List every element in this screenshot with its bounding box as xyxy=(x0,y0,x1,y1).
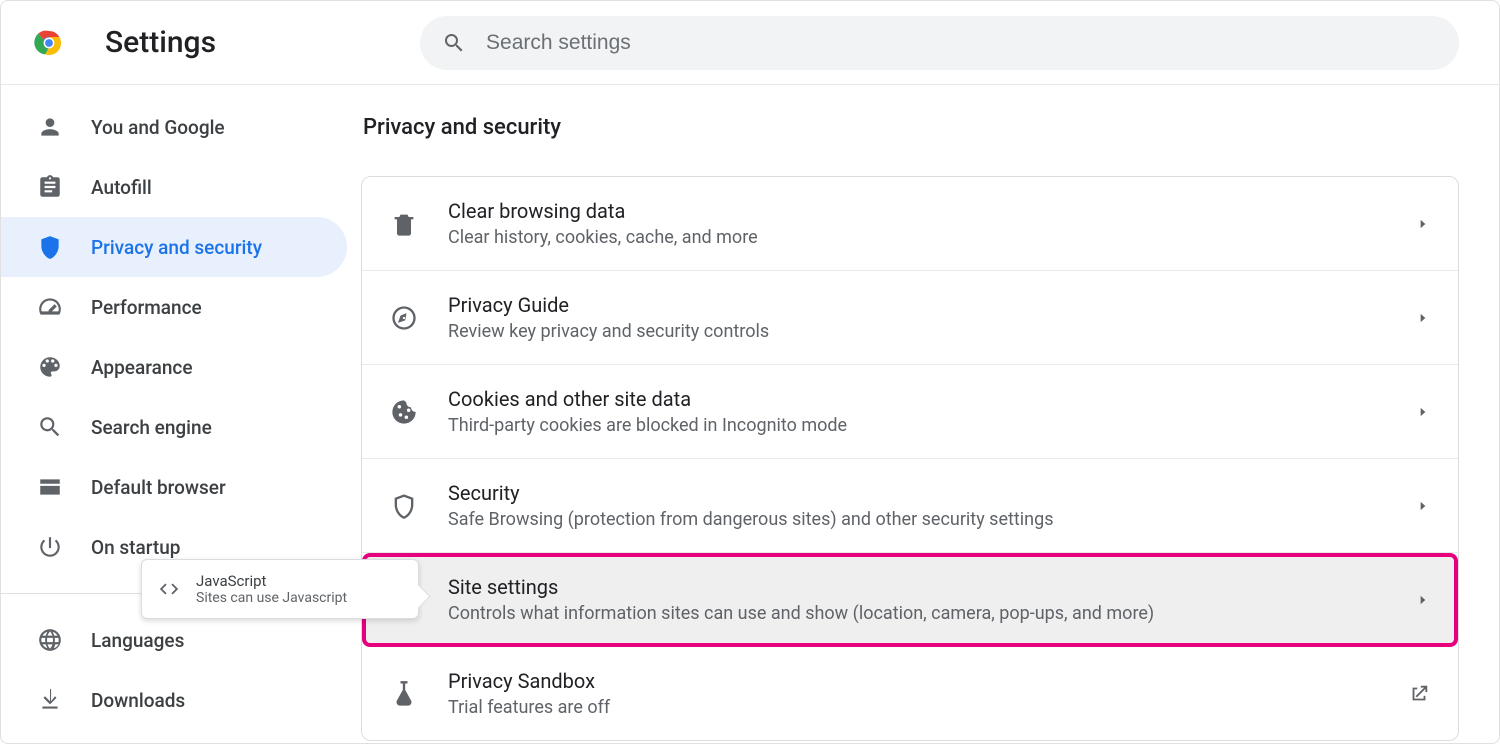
row-texts: Privacy Guide Review key privacy and sec… xyxy=(448,293,1386,342)
compass-icon xyxy=(390,304,418,332)
row-texts: Cookies and other site data Third-party … xyxy=(448,387,1386,436)
tooltip-title: JavaScript xyxy=(196,572,347,590)
chrome-logo-icon xyxy=(31,25,67,61)
person-icon xyxy=(37,114,63,140)
row-subtitle: Trial features are off xyxy=(448,697,1378,718)
sidebar-item-appearance[interactable]: Appearance xyxy=(1,337,347,397)
chevron-right-icon xyxy=(1416,593,1430,607)
chevron-right-icon xyxy=(1416,217,1430,231)
sidebar-item-default-browser[interactable]: Default browser xyxy=(1,457,347,517)
sidebar-item-label: Languages xyxy=(91,629,184,652)
sidebar-item-label: Search engine xyxy=(91,416,212,439)
sidebar-item-label: Autofill xyxy=(91,176,152,199)
tooltip-subtitle: Sites can use Javascript xyxy=(196,590,347,606)
sidebar-item-you-and-google[interactable]: You and Google xyxy=(1,97,347,157)
row-subtitle: Safe Browsing (protection from dangerous… xyxy=(448,509,1386,530)
search-input[interactable] xyxy=(486,31,1437,55)
sidebar-item-performance[interactable]: Performance xyxy=(1,277,347,337)
code-icon xyxy=(158,578,180,600)
download-icon xyxy=(37,687,63,713)
row-title: Privacy Guide xyxy=(448,293,1386,317)
chevron-right-icon xyxy=(1416,499,1430,513)
search-box[interactable] xyxy=(420,16,1459,70)
chevron-right-icon xyxy=(1416,311,1430,325)
open-external-icon xyxy=(1408,683,1430,705)
row-title: Security xyxy=(448,481,1386,505)
row-subtitle: Controls what information sites can use … xyxy=(448,603,1386,624)
sidebar-item-label: Appearance xyxy=(91,356,193,379)
row-texts: Privacy Sandbox Trial features are off xyxy=(448,669,1378,718)
javascript-tooltip: JavaScript Sites can use Javascript xyxy=(141,559,419,619)
row-title: Cookies and other site data xyxy=(448,387,1386,411)
cookie-icon xyxy=(390,398,418,426)
search-icon xyxy=(442,31,466,55)
sidebar-item-languages[interactable]: Languages xyxy=(1,610,347,670)
row-title: Site settings xyxy=(448,575,1386,599)
row-cookies-and-other-site-data[interactable]: Cookies and other site data Third-party … xyxy=(362,365,1458,459)
row-security[interactable]: Security Safe Browsing (protection from … xyxy=(362,459,1458,553)
sidebar-item-search-engine[interactable]: Search engine xyxy=(1,397,347,457)
row-texts: Security Safe Browsing (protection from … xyxy=(448,481,1386,530)
row-privacy-sandbox[interactable]: Privacy Sandbox Trial features are off xyxy=(362,647,1458,740)
sidebar[interactable]: You and Google Autofill Privacy and secu… xyxy=(1,85,361,743)
header-bar: Settings xyxy=(1,1,1499,85)
sidebar-item-label: Default browser xyxy=(91,476,226,499)
sidebar-item-label: You and Google xyxy=(91,116,225,139)
sidebar-item-autofill[interactable]: Autofill xyxy=(1,157,347,217)
globe-icon xyxy=(37,627,63,653)
sidebar-item-downloads[interactable]: Downloads xyxy=(1,670,347,730)
row-privacy-guide[interactable]: Privacy Guide Review key privacy and sec… xyxy=(362,271,1458,365)
main-content[interactable]: Privacy and security Clear browsing data… xyxy=(361,85,1499,743)
sidebar-item-label: On startup xyxy=(91,536,181,559)
sidebar-item-label: Performance xyxy=(91,296,202,319)
trash-icon xyxy=(390,210,418,238)
sidebar-item-privacy-and-security[interactable]: Privacy and security xyxy=(1,217,347,277)
row-subtitle: Review key privacy and security controls xyxy=(448,321,1386,342)
browser-icon xyxy=(37,474,63,500)
row-site-settings[interactable]: Site settings Controls what information … xyxy=(362,553,1458,647)
shield-outline-icon xyxy=(390,492,418,520)
row-subtitle: Clear history, cookies, cache, and more xyxy=(448,227,1386,248)
row-subtitle: Third-party cookies are blocked in Incog… xyxy=(448,415,1386,436)
page-title: Settings xyxy=(105,25,216,60)
sidebar-item-label: Downloads xyxy=(91,689,185,712)
section-title: Privacy and security xyxy=(363,115,1459,140)
row-texts: Site settings Controls what information … xyxy=(448,575,1386,624)
clipboard-icon xyxy=(37,174,63,200)
row-title: Clear browsing data xyxy=(448,199,1386,223)
flask-icon xyxy=(390,680,418,708)
search-icon xyxy=(37,414,63,440)
sidebar-item-label: Privacy and security xyxy=(91,236,262,259)
search-wrap xyxy=(420,16,1459,70)
shield-icon xyxy=(37,234,63,260)
palette-icon xyxy=(37,354,63,380)
tachometer-icon xyxy=(37,294,63,320)
power-icon xyxy=(37,534,63,560)
row-texts: Clear browsing data Clear history, cooki… xyxy=(448,199,1386,248)
row-title: Privacy Sandbox xyxy=(448,669,1378,693)
chevron-right-icon xyxy=(1416,405,1430,419)
row-clear-browsing-data[interactable]: Clear browsing data Clear history, cooki… xyxy=(362,177,1458,271)
settings-card: Clear browsing data Clear history, cooki… xyxy=(361,176,1459,741)
